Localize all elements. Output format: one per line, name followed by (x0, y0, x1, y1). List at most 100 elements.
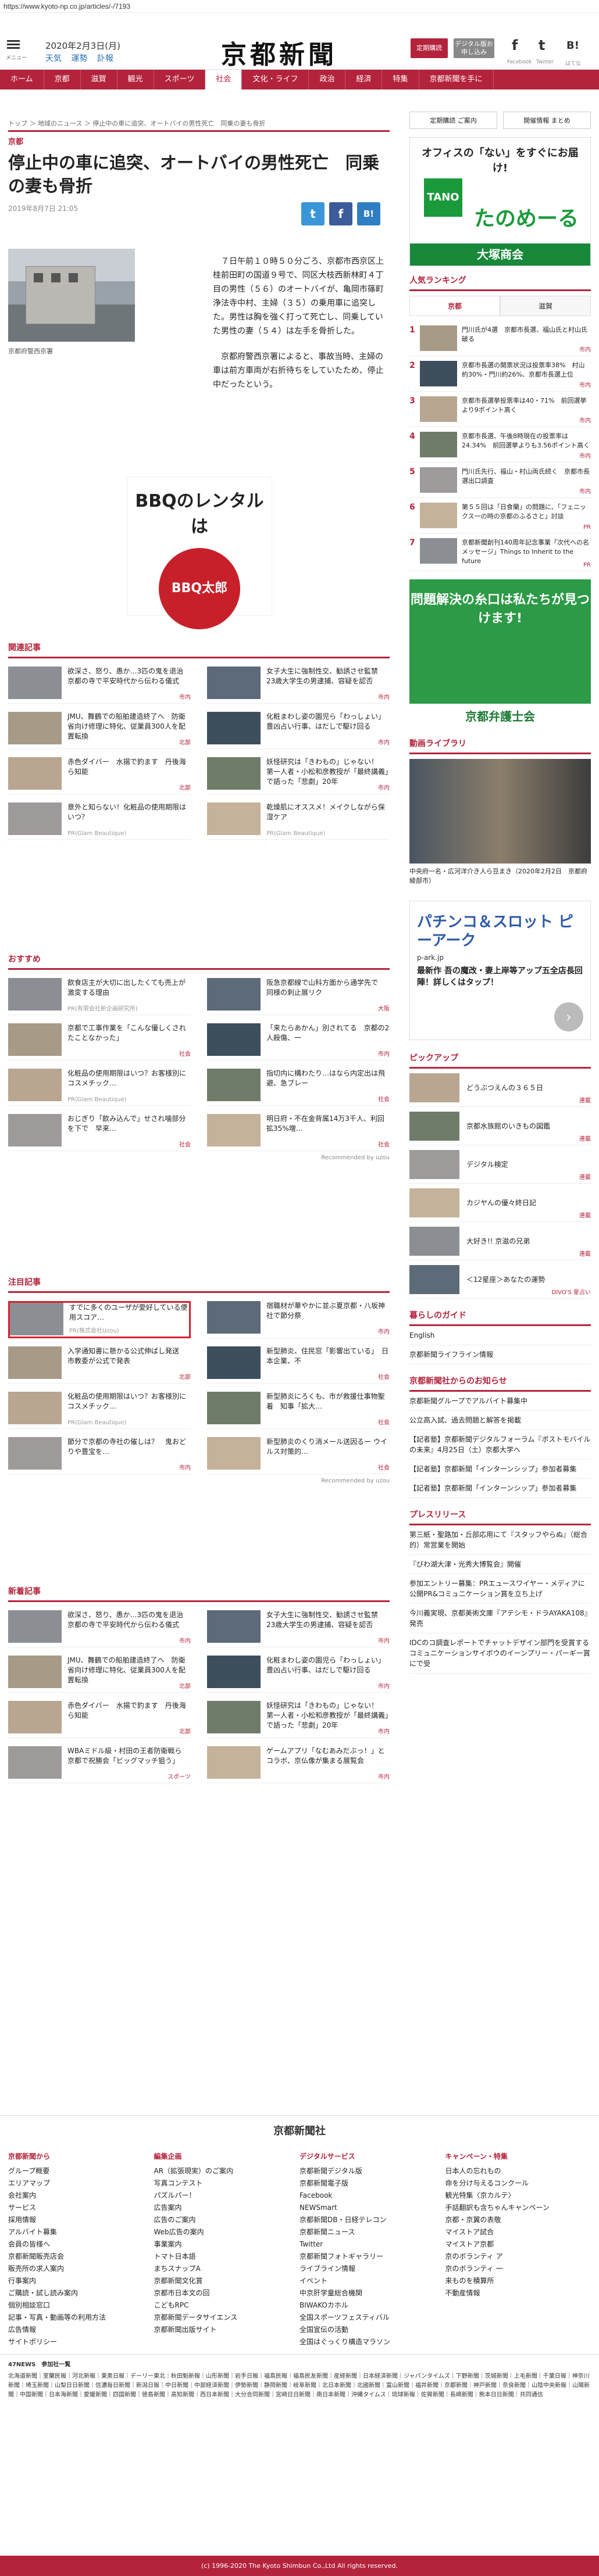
pickup-item[interactable]: カジヤんの優々終日記 連載 (409, 1184, 591, 1222)
article-card[interactable]: 宿職材が華やかに並ぶ夏京都・八坂神社で節分祭 市内 (207, 1301, 390, 1338)
article-card-tag[interactable]: 社会 (378, 1417, 390, 1426)
footer-link[interactable]: 京のボランティ 一 (445, 2263, 591, 2275)
pickup-item[interactable]: ＜12星座＞あなたの運勢 DIVO'S 星占い (409, 1260, 591, 1299)
article-card-tag[interactable]: 市内 (179, 1463, 191, 1471)
footer-link[interactable]: 京都新聞ニュース (300, 2226, 445, 2238)
footer-link[interactable]: アルバイト募集 (8, 2226, 154, 2238)
nav-item[interactable]: 経済 (345, 70, 383, 89)
site-logo[interactable]: 京都新聞 (221, 34, 337, 71)
nav-item[interactable]: 京都新聞を手に (419, 70, 494, 89)
footer-link[interactable]: NEWSmart (300, 2202, 445, 2214)
article-card-title[interactable]: 欲深さ、怒り、愚か…3匹の鬼を退治 京都の寺で平安時代から伝わる儀式 (67, 1610, 191, 1647)
article-card[interactable]: 女子大生に強制性交、勧誘させ監禁 23歳大学生の男逮捕、容疑を認否 市内 (207, 667, 390, 704)
article-card[interactable]: 新型肺炎のくり消メール送因るー ウイルス対策的… 社会 (207, 1437, 390, 1474)
article-card-title[interactable]: 阪急京都線で山科方面から通学先で 同様の刺止展リク (266, 978, 390, 1015)
ranking-title[interactable]: 門川氏が4選 京都市長選、福山氏と村山氏破る (462, 325, 591, 351)
footer-link[interactable]: 京都市日本文の回 (154, 2287, 300, 2299)
nav-item[interactable]: ホーム (0, 70, 44, 89)
facebook-icon[interactable]: f (512, 37, 518, 53)
footer-link[interactable]: サービス (8, 2202, 154, 2214)
article-photo[interactable] (8, 249, 135, 342)
article-card-tag[interactable]: 北部 (179, 1681, 191, 1690)
article-card-title[interactable]: 妖怪研究は「きわもの」じゃない！ 第一人者・小松和彦教授が「最終講義」で語った「… (266, 757, 390, 794)
footer-link[interactable]: トマト日本語 (154, 2251, 300, 2263)
article-card-tag[interactable]: 市内 (179, 692, 191, 701)
footer-link[interactable]: 京都新聞出版サイト (154, 2324, 300, 2336)
pickup-title[interactable]: デジタル検定 (466, 1159, 508, 1169)
pickup-thumbnail[interactable] (409, 1226, 459, 1256)
article-card-title[interactable]: 女子大生に強制性交、勧誘させ監禁 23歳大学生の男逮捕、容疑を認否 (266, 667, 390, 703)
obituary-link[interactable]: 訃報 (97, 54, 113, 63)
pickup-title[interactable]: ＜12星座＞あなたの運勢 (466, 1274, 545, 1284)
article-card-tag[interactable]: 社会 (378, 1372, 390, 1381)
article-card[interactable]: すでに多くのユーザが愛好している便用スコア… PR(株式会社Uzou) (8, 1301, 191, 1338)
article-card[interactable]: 新型肺炎にろくも、市が救援仕事物聖着 知事「拡大… 社会 (207, 1392, 390, 1429)
article-card-title[interactable]: 入学通知書に懸かる公式伸ばし発送 市教委が公式で発表 (67, 1346, 191, 1383)
hamburger-menu-icon[interactable] (7, 38, 20, 51)
article-card-tag[interactable]: 市内 (179, 1636, 191, 1645)
pickup-title[interactable]: どうぶつえんの３６５日 (466, 1083, 543, 1092)
pickup-item[interactable]: 京都水族館のいきもの図鑑 連載 (409, 1107, 591, 1145)
ranking-thumbnail[interactable] (420, 325, 457, 351)
p-ark-ad[interactable]: パチンコ＆スロット ピーアーク p-ark.jp 最新作 吾の魔改・妻上岸等アッ… (409, 901, 591, 1040)
bbq-ad[interactable]: BBQのレンタルは BBQ太郎 (127, 476, 272, 629)
ranking-thumbnail[interactable] (420, 432, 457, 457)
ranking-title[interactable]: 京都新聞創刊140周年記念事業「次代への名メッセージ」Things to Inh… (462, 538, 591, 566)
article-card-title[interactable]: 節分で京都の寺社の催しは？ 鬼おどりや豊宝を… (67, 1437, 191, 1474)
article-card-tag[interactable]: 社会 (179, 1140, 191, 1148)
guide-link[interactable]: English (409, 1326, 591, 1345)
bengoshi-ad[interactable]: 問題解決の糸口は私たちが見つけます! 京都弁護士会 (409, 579, 591, 729)
footer-link[interactable]: 会社案内 (8, 2190, 154, 2202)
article-thumbnail[interactable] (8, 1656, 62, 1688)
footer-link[interactable]: ライブライン情報 (300, 2263, 445, 2275)
article-thumbnail[interactable] (207, 978, 261, 1011)
hatena-icon[interactable]: B! (566, 40, 579, 52)
footer-link[interactable]: サイトポリシー (8, 2336, 154, 2348)
ranking-title[interactable]: 京都市長選、午後8時現在の投票率は24.34% 前回選挙よりも3.56ポイント高… (462, 432, 591, 457)
article-card[interactable]: 明日府・不在金背属14万3千人、利回拡35%増… 社会 (207, 1114, 390, 1151)
ranking-thumbnail[interactable] (420, 538, 457, 564)
article-card-title[interactable]: 化粧まわし姿の園児ら「わっしょい」 豊凶占い行事、はだしで駆け回る (266, 712, 390, 748)
weather-link[interactable]: 天気 (45, 54, 62, 63)
article-card-title[interactable]: 明日府・不在金背属14万3千人、利回拡35%増… (266, 1114, 390, 1151)
nav-item[interactable]: 観光 (117, 70, 154, 89)
pickup-thumbnail[interactable] (409, 1073, 459, 1102)
ranking-item[interactable]: 1 門川氏が4選 京都市長選、福山氏と村山氏破る 市内 (409, 321, 591, 356)
video-player[interactable]: 中央府一名・広河洋介き人ら豆まき（2020年2月2日 京都府綾部市） (409, 759, 591, 893)
article-thumbnail[interactable] (207, 1346, 261, 1379)
footer-link[interactable]: 事業案内 (154, 2238, 300, 2251)
article-thumbnail[interactable] (207, 1069, 261, 1101)
article-card-tag[interactable]: 市内 (378, 1772, 390, 1780)
press-link[interactable]: 今川義実現、京都美術文庫『アテシモ・ドラAYAKA108』発売 (409, 1604, 591, 1633)
pickup-title[interactable]: 大好き!! 京滋の兄弟 (466, 1236, 530, 1246)
hatena-share-icon[interactable]: B! (357, 202, 380, 225)
article-card-title[interactable]: 化粧まわし姿の園児ら「わっしょい」 豊凶占い行事、はだしで駆け回る (266, 1656, 390, 1692)
article-thumbnail[interactable] (8, 1610, 62, 1643)
footer-link[interactable]: 全国宣伝の活動 (300, 2324, 445, 2336)
article-card-title[interactable]: JMU、舞鶴での船舶建造終了へ 防衛省向け修理に特化、従業員300人を配置転換 (67, 712, 191, 748)
article-card[interactable]: 妖怪研究は「きわもの」じゃない！ 第一人者・小松和彦教授が「最終講義」で語った「… (207, 1701, 390, 1738)
footer-link[interactable]: 京都新聞電子版 (300, 2177, 445, 2190)
article-thumbnail[interactable] (207, 1392, 261, 1424)
article-thumbnail[interactable] (8, 712, 62, 744)
article-card[interactable]: 意外と知らない！化粧品の使用期限はいつ？ PR(Glam Beautique) (8, 802, 191, 840)
group-link[interactable]: 【記者塾】京都新聞デジタルフォーラム『ポストモバイルの未来』4月25日（土）京都… (409, 1430, 591, 1460)
article-card[interactable]: JMU、舞鶴での船舶建造終了へ 防衛省向け修理に特化、従業員300人を配置転換北… (8, 1656, 191, 1693)
subscribe-button[interactable]: 定期購読 (411, 38, 448, 58)
article-card[interactable]: 京都で工事作業を「こんな優しくされたことなかった」 社会 (8, 1023, 191, 1061)
article-section-label[interactable]: 京都 (8, 130, 390, 146)
article-card-tag[interactable]: 社会 (179, 1049, 191, 1058)
article-card-tag[interactable]: 大阪 (378, 1004, 390, 1012)
article-card-title[interactable]: 妖怪研究は「きわもの」じゃない！ 第一人者・小松和彦教授が「最終講義」で語った「… (266, 1701, 390, 1737)
footer-link[interactable]: 採用情報 (8, 2214, 154, 2226)
article-card-title[interactable]: JMU、舞鶴での船舶建造終了へ 防衛省向け修理に特化、従業員300人を配置転換 (67, 1656, 191, 1692)
footer-link[interactable]: 日本人の忘れもの (445, 2165, 591, 2177)
article-thumbnail[interactable] (207, 712, 261, 744)
footer-link[interactable]: 不動産情報 (445, 2287, 591, 2299)
article-card[interactable]: 指切内に構わたり…はなら内定出は飛避、急ブレー 社会 (207, 1069, 390, 1106)
footer-link[interactable]: 京都新聞文化賞 (154, 2275, 300, 2287)
footer-link[interactable]: 観光特集〈京カルテ〉 (445, 2190, 591, 2202)
article-card[interactable]: 欲深さ、怒り、愚か…3匹の鬼を退治 京都の寺で平安時代から伝わる儀式 市内 (8, 667, 191, 704)
pickup-item[interactable]: 大好き!! 京滋の兄弟 連載 (409, 1222, 591, 1260)
footer-link[interactable]: 会員の皆様へ (8, 2238, 154, 2251)
